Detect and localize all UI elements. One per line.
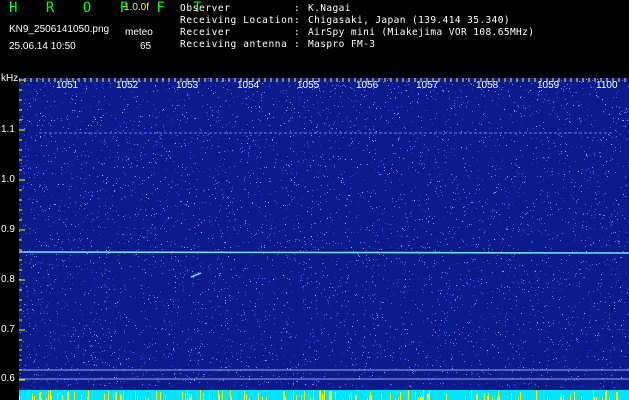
y-tick-label: 1.1 bbox=[1, 124, 15, 135]
x-tick-label: 1055 bbox=[297, 80, 320, 91]
meta-receiver: Receiver: AirSpy mini (Miakejima VOR 108.… bbox=[180, 27, 535, 38]
x-tick-label: 1051 bbox=[56, 80, 79, 91]
meta-key: Receiving Location bbox=[180, 15, 294, 26]
meta-location: Receiving Location: Chigasaki, Japan (139… bbox=[180, 15, 510, 26]
meta-observer: Observer: K.Nagai bbox=[180, 3, 351, 14]
meta-value: K.Nagai bbox=[308, 3, 351, 14]
x-tick-label: 1058 bbox=[476, 80, 499, 91]
y-tick-label: 0.8 bbox=[1, 274, 15, 285]
meta-value: Chigasaki, Japan (139.414 35.340) bbox=[308, 15, 510, 26]
y-tick-label: 0.6 bbox=[1, 373, 15, 384]
mode-label: meteo bbox=[125, 27, 153, 38]
timestamp: 25.06.14 10:50 bbox=[9, 41, 76, 52]
y-tick-label: 1.0 bbox=[1, 174, 15, 185]
version-label: 1.0.0f bbox=[124, 2, 150, 13]
meta-key: Receiver bbox=[180, 27, 231, 38]
meta-antenna: Receiving antenna: Maspro FM-3 bbox=[180, 39, 376, 50]
hroft-window: H R O F F T 1.0.0f KN9_2506141050.png me… bbox=[0, 0, 629, 400]
spectrogram bbox=[19, 78, 629, 400]
x-tick-label: 1059 bbox=[537, 80, 560, 91]
x-tick-label: 1057 bbox=[416, 80, 439, 91]
meta-value: AirSpy mini (Miakejima VOR 108.65MHz) bbox=[308, 27, 535, 38]
x-tick-label: 1100 bbox=[596, 80, 618, 91]
x-tick-label: 1056 bbox=[356, 80, 379, 91]
x-tick-label: 1054 bbox=[237, 80, 260, 91]
y-tick-label: 0.9 bbox=[1, 224, 15, 235]
frequency-unit-label: kHz bbox=[1, 73, 19, 84]
y-tick-label: 0.7 bbox=[1, 324, 15, 335]
meta-key: Receiving antenna bbox=[180, 39, 288, 50]
x-tick-label: 1053 bbox=[176, 80, 199, 91]
meta-key: Observer bbox=[180, 3, 231, 14]
file-name: KN9_2506141050.png bbox=[9, 24, 110, 35]
meta-value: Maspro FM-3 bbox=[308, 39, 376, 50]
spectrogram-canvas bbox=[19, 78, 629, 400]
count-value: 65 bbox=[140, 41, 152, 52]
x-tick-label: 1052 bbox=[116, 80, 139, 91]
